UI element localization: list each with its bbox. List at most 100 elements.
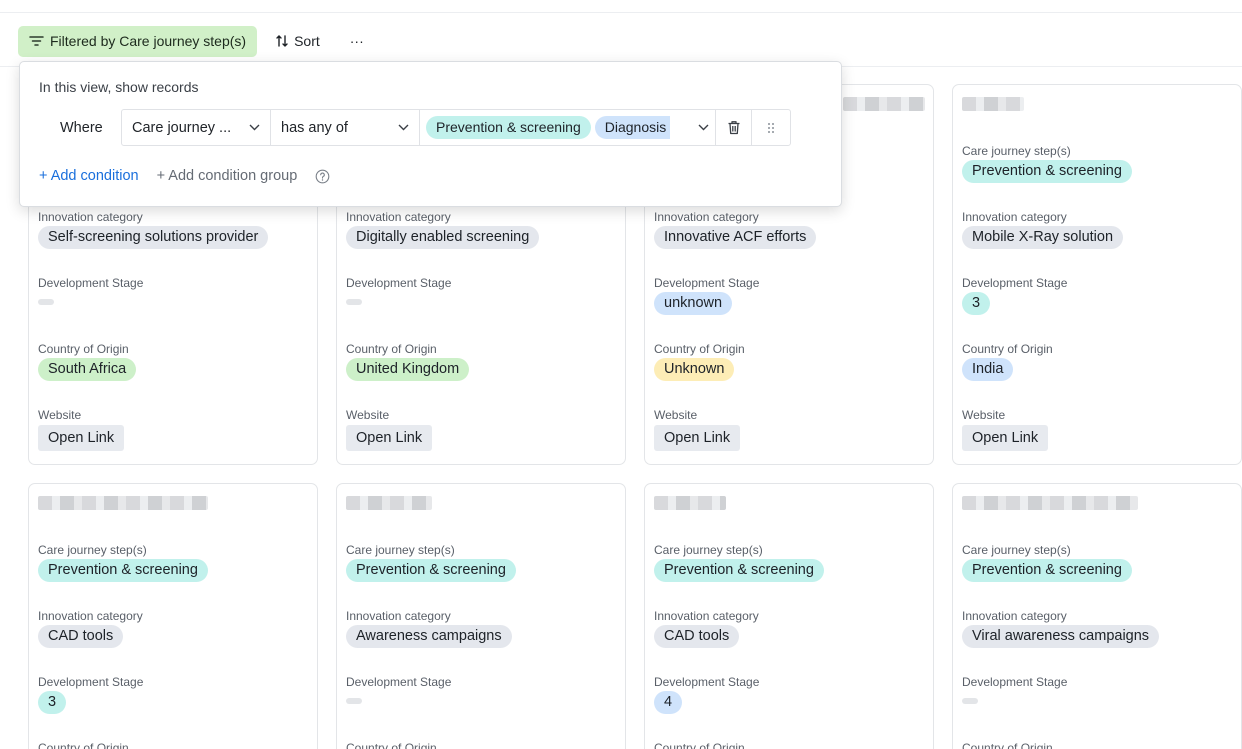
country-field: Country of Origin Unknown bbox=[654, 341, 924, 381]
drag-handle-icon bbox=[767, 122, 775, 134]
value-chip[interactable]: Prevention & screening bbox=[426, 116, 591, 139]
care-journey-chip: Prevention & screening bbox=[654, 559, 824, 582]
record-card[interactable]: Care journey step(s) Prevention & screen… bbox=[28, 483, 318, 749]
field-label: Website bbox=[346, 408, 390, 422]
website-field: Website Open Link bbox=[654, 407, 924, 451]
field-label: Care journey step(s) bbox=[962, 543, 1071, 557]
country-chip: Unknown bbox=[654, 358, 735, 381]
country-field: Country of Origin India bbox=[962, 341, 1232, 381]
country-chip: United Kingdom bbox=[346, 358, 470, 381]
field-label: Innovation category bbox=[346, 210, 451, 224]
stage-chip: 3 bbox=[38, 691, 67, 714]
innovation-field: Innovation category Innovative ACF effor… bbox=[654, 209, 924, 249]
record-card[interactable]: Care journey step(s) Prevention & screen… bbox=[644, 483, 934, 749]
stage-field: Development Stage bbox=[346, 674, 616, 704]
innovation-chip: Digitally enabled screening bbox=[346, 226, 540, 249]
filter-popover-title: In this view, show records bbox=[39, 79, 199, 95]
field-select-value: Care journey ... bbox=[132, 119, 232, 136]
field-label: Development Stage bbox=[346, 675, 452, 689]
website-field: Website Open Link bbox=[38, 407, 308, 451]
drag-condition-handle[interactable] bbox=[752, 110, 790, 145]
condition-controls: Care journey ... has any of Prevention &… bbox=[121, 109, 791, 146]
innovation-chip: Viral awareness campaigns bbox=[962, 625, 1160, 648]
innovation-chip: Awareness campaigns bbox=[346, 625, 512, 648]
filter-button[interactable]: Filtered by Care journey step(s) bbox=[18, 25, 258, 57]
field-label: Country of Origin bbox=[346, 342, 437, 356]
field-label: Innovation category bbox=[962, 609, 1067, 623]
care-journey-chip: Prevention & screening bbox=[962, 559, 1132, 582]
record-title-redacted bbox=[654, 496, 726, 510]
operator-select[interactable]: has any of bbox=[271, 110, 420, 145]
open-link-button[interactable]: Open Link bbox=[962, 425, 1049, 451]
open-link-button[interactable]: Open Link bbox=[38, 425, 125, 451]
field-label: Development Stage bbox=[654, 675, 760, 689]
stage-chip: 3 bbox=[962, 292, 991, 315]
value-chip[interactable]: Diagnosis bbox=[594, 116, 671, 139]
innovation-field: Innovation category Awareness campaigns bbox=[346, 608, 616, 648]
care-journey-field: Care journey step(s) Prevention & screen… bbox=[962, 143, 1232, 183]
operator-select-value: has any of bbox=[281, 119, 348, 136]
field-label: Development Stage bbox=[962, 276, 1068, 290]
innovation-field: Innovation category Viral awareness camp… bbox=[962, 608, 1232, 648]
innovation-field: Innovation category CAD tools bbox=[654, 608, 924, 648]
stage-field: Development Stage 3 bbox=[38, 674, 308, 714]
stage-field: Development Stage unknown bbox=[654, 275, 924, 315]
field-label: Development Stage bbox=[654, 276, 760, 290]
help-circle-icon[interactable] bbox=[315, 169, 330, 184]
record-title-redacted bbox=[346, 496, 432, 510]
care-journey-field: Care journey step(s) Prevention & screen… bbox=[962, 542, 1232, 582]
innovation-chip: Innovative ACF efforts bbox=[654, 226, 817, 249]
record-card[interactable]: Care journey step(s) Prevention & screen… bbox=[336, 483, 626, 749]
delete-condition-button[interactable] bbox=[716, 110, 752, 145]
field-label: Innovation category bbox=[962, 210, 1067, 224]
country-field: Country of Origin bbox=[346, 740, 616, 749]
innovation-field: Innovation category CAD tools bbox=[38, 608, 308, 648]
empty-value bbox=[346, 299, 362, 305]
website-field: Website Open Link bbox=[346, 407, 616, 451]
country-field: Country of Origin bbox=[962, 740, 1232, 749]
field-label: Country of Origin bbox=[962, 741, 1053, 749]
field-select[interactable]: Care journey ... bbox=[122, 110, 271, 145]
top-divider bbox=[0, 12, 1242, 13]
stage-field: Development Stage 3 bbox=[962, 275, 1232, 315]
stage-chip: unknown bbox=[654, 292, 733, 315]
record-title-redacted bbox=[962, 97, 1024, 111]
innovation-chip: CAD tools bbox=[654, 625, 740, 648]
more-button[interactable]: ··· bbox=[338, 26, 376, 57]
field-label: Website bbox=[38, 408, 82, 422]
add-condition-button[interactable]: + Add condition bbox=[39, 168, 139, 184]
sort-button-label: Sort bbox=[294, 33, 320, 49]
field-label: Country of Origin bbox=[38, 342, 129, 356]
sort-button[interactable]: Sort bbox=[263, 26, 332, 57]
chevron-down-icon bbox=[398, 124, 409, 131]
record-card[interactable]: Care journey step(s) Prevention & screen… bbox=[952, 483, 1242, 749]
innovation-chip: Mobile X-Ray solution bbox=[962, 226, 1124, 249]
field-label: Care journey step(s) bbox=[346, 543, 455, 557]
field-label: Innovation category bbox=[38, 210, 143, 224]
stage-field: Development Stage bbox=[962, 674, 1232, 704]
country-field: Country of Origin South Africa bbox=[38, 341, 308, 381]
record-card[interactable]: Care journey step(s) Prevention & screen… bbox=[952, 84, 1242, 465]
sort-icon bbox=[275, 34, 289, 48]
stage-chip: 4 bbox=[654, 691, 683, 714]
filter-button-label: Filtered by Care journey step(s) bbox=[50, 33, 247, 49]
add-condition-group-button[interactable]: + Add condition group bbox=[157, 168, 298, 184]
value-multiselect[interactable]: Prevention & screening Diagnosis bbox=[420, 110, 716, 145]
innovation-chip: Self-screening solutions provider bbox=[38, 226, 269, 249]
website-field: Website Open Link bbox=[962, 407, 1232, 451]
view-toolbar: Filtered by Care journey step(s) Sort ··… bbox=[18, 25, 376, 57]
care-journey-field: Care journey step(s) Prevention & screen… bbox=[38, 542, 308, 582]
trash-icon bbox=[727, 120, 741, 135]
care-journey-chip: Prevention & screening bbox=[38, 559, 208, 582]
open-link-button[interactable]: Open Link bbox=[654, 425, 741, 451]
empty-value bbox=[962, 698, 978, 704]
field-label: Country of Origin bbox=[654, 342, 745, 356]
open-link-button[interactable]: Open Link bbox=[346, 425, 433, 451]
innovation-field: Innovation category Self-screening solut… bbox=[38, 209, 308, 249]
filter-condition-row: Where Care journey ... has any of Preven… bbox=[56, 109, 791, 146]
country-chip: India bbox=[962, 358, 1014, 381]
field-label: Care journey step(s) bbox=[654, 543, 763, 557]
country-chip: South Africa bbox=[38, 358, 137, 381]
filter-popover: In this view, show records Where Care jo… bbox=[19, 61, 842, 207]
where-label: Where bbox=[60, 119, 103, 136]
